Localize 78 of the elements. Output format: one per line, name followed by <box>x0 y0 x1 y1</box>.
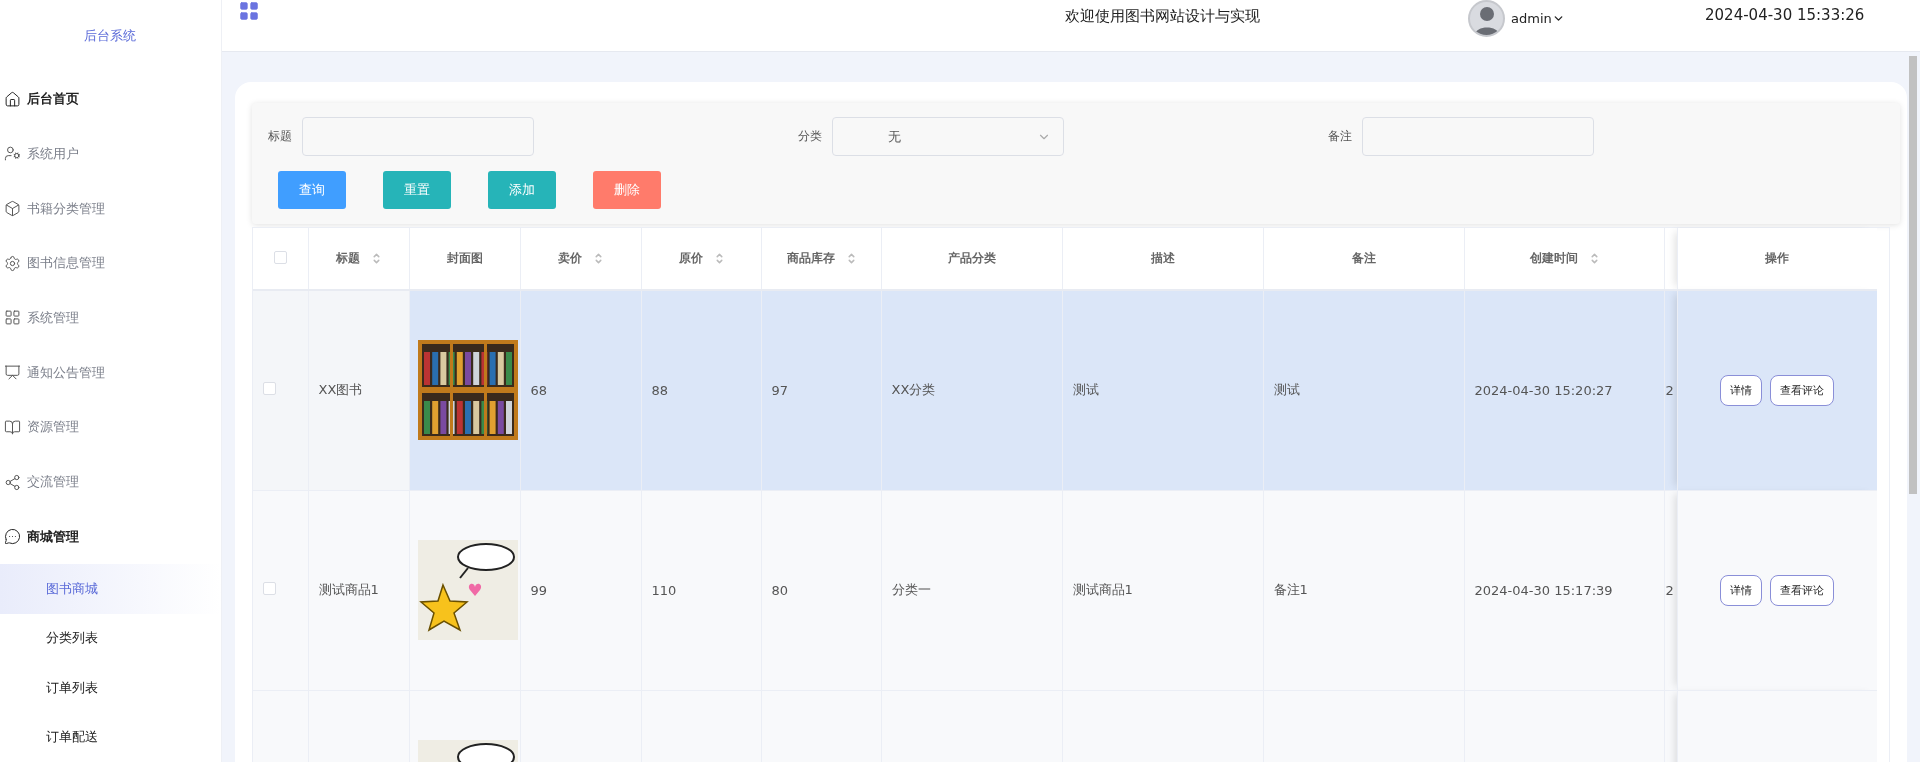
column-header: 商品库存 <box>786 250 835 267</box>
grid-icon <box>4 309 21 327</box>
table-cell: 测试 <box>1273 382 1300 398</box>
signboard-icon <box>4 364 21 382</box>
checkbox[interactable] <box>263 382 276 396</box>
user-icon <box>4 145 21 163</box>
table-cell: 99 <box>530 582 548 598</box>
row-action-button[interactable]: 详情 <box>1720 374 1763 406</box>
input-field[interactable] <box>1362 117 1594 156</box>
sort-icon[interactable] <box>594 251 603 266</box>
table-cell: 测试商品1 <box>1072 582 1133 597</box>
column-header: 产品分类 <box>947 250 996 267</box>
table-cell: 2 <box>1665 382 1674 398</box>
sort-icon[interactable] <box>846 251 856 266</box>
table-cell: 备注1 <box>1273 582 1308 597</box>
home-icon <box>4 90 21 108</box>
row-action-button[interactable]: 查看评论 <box>1770 574 1835 606</box>
table-cell: 88 <box>651 382 669 398</box>
header-datetime: 2024-04-30 15:33:26 <box>1705 6 1865 24</box>
table-cell: XX分类 <box>891 382 936 398</box>
sort-icon[interactable] <box>1589 251 1599 266</box>
column-header: 描述 <box>1150 250 1175 267</box>
sidebar-item[interactable]: 商城管理 <box>0 509 221 565</box>
scrollbar[interactable] <box>1909 56 1917 494</box>
row-action-button[interactable]: 查看评论 <box>1770 374 1835 406</box>
sidebar-title: 后台系统 <box>82 26 137 45</box>
sort-icon[interactable] <box>714 251 724 266</box>
table-cell: 测试 <box>1072 382 1099 398</box>
sidebar-item[interactable]: 系统管理 <box>0 290 221 346</box>
sidebar-item[interactable]: 资源管理 <box>0 400 221 455</box>
header-title: 欢迎使用图书网站设计与实现 <box>1065 7 1260 26</box>
submenu-item[interactable]: 分类列表 <box>0 613 221 664</box>
settings-icon <box>4 254 21 272</box>
filter-label: 标题 <box>268 128 292 145</box>
sidebar-item[interactable]: 图书信息管理 <box>0 235 221 291</box>
table-cell: 分类一 <box>891 582 931 597</box>
table-cell: 110 <box>651 582 677 598</box>
table-cell: 2 <box>1665 582 1674 598</box>
column-header: 原价 <box>678 250 703 267</box>
sidebar-item[interactable]: 系统用户 <box>0 126 221 182</box>
row-action-button[interactable]: 详情 <box>1720 574 1763 606</box>
menu-icon[interactable] <box>238 0 260 22</box>
share-icon <box>4 473 21 491</box>
chat-icon <box>4 528 21 546</box>
table-cell: 80 <box>771 582 789 598</box>
checkbox[interactable] <box>263 582 276 595</box>
sidebar-item[interactable]: 书籍分类管理 <box>0 181 221 236</box>
input-field[interactable] <box>302 117 534 156</box>
column-header: 封面图 <box>446 250 483 267</box>
table-cell: 68 <box>530 382 548 398</box>
submenu-item[interactable]: 订单配送 <box>0 712 221 762</box>
column-header: 操作 <box>1765 251 1790 265</box>
filter-label: 备注 <box>1328 128 1352 145</box>
checkbox[interactable] <box>273 250 287 264</box>
filter-label: 分类 <box>798 128 822 145</box>
action-button[interactable]: 查询 <box>278 171 346 209</box>
table-cell: 测试商品1 <box>318 582 379 597</box>
column-header: 创建时间 <box>1529 250 1578 267</box>
category-select[interactable]: 无 <box>832 117 1064 156</box>
sidebar-item[interactable]: 后台首页 <box>0 71 221 127</box>
sidebar-item[interactable]: 通知公告管理 <box>0 345 221 401</box>
avatar[interactable] <box>1468 0 1505 37</box>
action-button[interactable]: 添加 <box>488 171 556 209</box>
book-icon <box>4 418 21 436</box>
table-cell: 97 <box>771 382 789 398</box>
cube-icon <box>4 200 21 217</box>
table-cell: 2024-04-30 15:20:27 <box>1474 382 1613 398</box>
table-cell: 2024-04-30 15:17:39 <box>1474 582 1613 598</box>
column-header: 备注 <box>1351 250 1376 267</box>
submenu-item[interactable]: 订单列表 <box>0 663 221 713</box>
sidebar-item[interactable]: 交流管理 <box>0 454 221 510</box>
user-menu[interactable]: admin <box>1511 11 1565 26</box>
column-header: 卖价 <box>558 250 582 267</box>
sort-icon[interactable] <box>372 251 381 266</box>
action-button[interactable]: 重置 <box>383 171 451 209</box>
column-header: 标题 <box>336 250 360 267</box>
table-cell: XX图书 <box>318 382 363 398</box>
action-button[interactable]: 删除 <box>593 171 661 209</box>
